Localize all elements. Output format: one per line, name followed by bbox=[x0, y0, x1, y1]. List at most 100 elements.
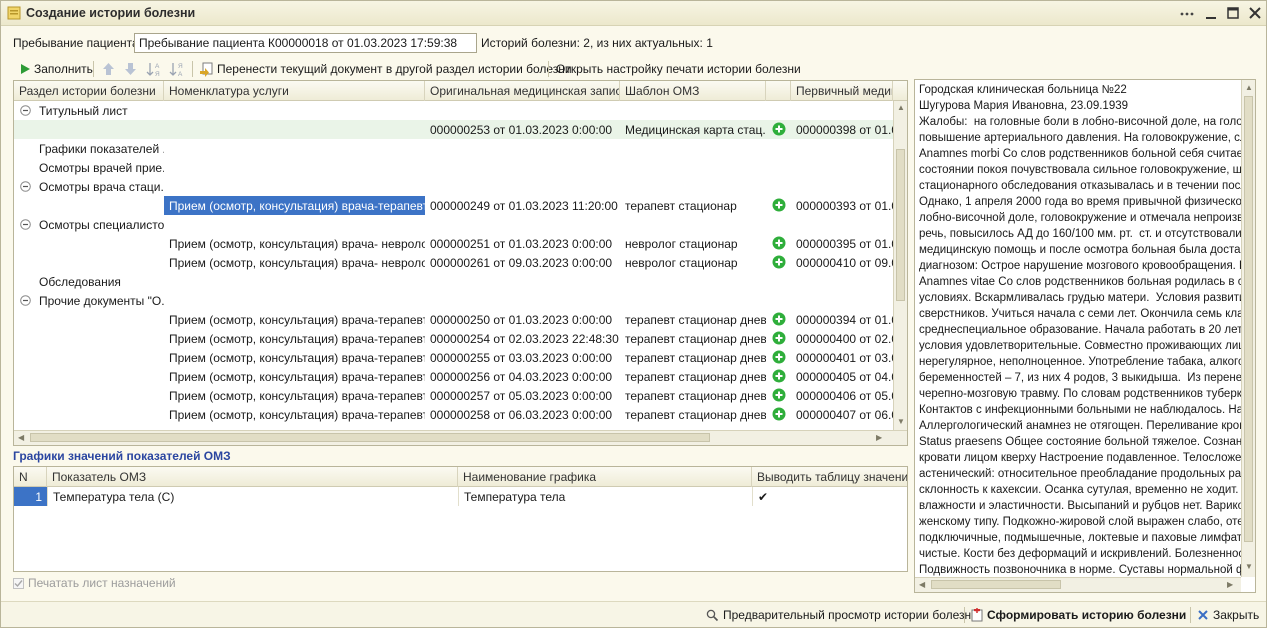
plus-circle-icon[interactable] bbox=[772, 236, 786, 250]
table-row[interactable]: Прием (осмотр, консультация) врача- невр… bbox=[14, 253, 893, 272]
cell-primary bbox=[791, 291, 893, 310]
cell-template bbox=[620, 158, 766, 177]
cell-template: невролог стационар bbox=[625, 237, 738, 251]
cell-template bbox=[620, 215, 766, 234]
cell-section bbox=[14, 196, 164, 215]
main-horizontal-scrollbar[interactable]: ◀ ▶ bbox=[14, 430, 907, 445]
move-document-button[interactable]: Перенести текущий документ в другой разд… bbox=[199, 59, 572, 79]
cell-section: Прочие документы "О... bbox=[39, 294, 164, 308]
cell-service bbox=[164, 158, 425, 177]
main-vertical-scrollbar[interactable]: ▲ ▼ bbox=[893, 101, 907, 430]
plus-circle-icon[interactable] bbox=[772, 255, 786, 269]
table-row[interactable]: Осмотры специалистов bbox=[14, 215, 893, 234]
table-row[interactable]: Прием (осмотр, консультация) врача-терап… bbox=[14, 405, 893, 424]
col-template[interactable]: Шаблон ОМЗ bbox=[620, 81, 766, 101]
minimize-icon[interactable] bbox=[1202, 5, 1220, 22]
sort-asc-button[interactable]: AЯ bbox=[146, 59, 167, 79]
cell-section: Графики показателей ... bbox=[39, 142, 164, 156]
table-row[interactable]: Прием (осмотр, консультация) врача-терап… bbox=[14, 367, 893, 386]
col-chart-name[interactable]: Наименование графика bbox=[458, 467, 752, 487]
chart-row-output-check[interactable]: ✔ bbox=[752, 487, 907, 506]
plus-circle-icon[interactable] bbox=[772, 388, 786, 402]
more-icon[interactable] bbox=[1178, 5, 1196, 22]
move-document-label: Перенести текущий документ в другой разд… bbox=[217, 62, 572, 76]
table-row[interactable]: Осмотры врачей прие... bbox=[14, 158, 893, 177]
cell-template: терапевт стационар днев... bbox=[625, 313, 766, 327]
table-row[interactable]: Обследования bbox=[14, 272, 893, 291]
col-output-table[interactable]: Выводить таблицу значений bbox=[752, 467, 907, 487]
print-sheet-checkbox-row[interactable]: Печатать лист назначений bbox=[13, 576, 176, 590]
charts-section-title: Графики значений показателей ОМЗ bbox=[13, 449, 231, 463]
plus-circle-icon[interactable] bbox=[772, 350, 786, 364]
history-preview-text: Городская клиническая больница №22 Шугур… bbox=[919, 84, 1241, 576]
cell-template: терапевт стационар днев... bbox=[625, 389, 766, 403]
preview-vertical-scrollbar[interactable]: ▲ ▼ bbox=[1241, 80, 1255, 577]
plus-circle-icon[interactable] bbox=[772, 122, 786, 136]
table-row[interactable]: 000000253 от 01.03.2023 0:00:00 Медицинск… bbox=[14, 120, 893, 139]
plus-circle-icon[interactable] bbox=[772, 369, 786, 383]
table-row[interactable]: Прием (осмотр, консультация) врача-терап… bbox=[14, 310, 893, 329]
cell-record: 000000258 от 06.03.2023 0:00:00 bbox=[430, 408, 613, 422]
table-row[interactable]: Прочие документы "О... bbox=[14, 291, 893, 310]
print-settings-button[interactable]: Открыть настройку печати истории болезни bbox=[556, 59, 801, 79]
table-row[interactable]: Осмотры врача стаци... bbox=[14, 177, 893, 196]
table-row[interactable]: Графики показателей ... bbox=[14, 139, 893, 158]
sort-desc-button[interactable]: ЯA bbox=[169, 59, 190, 79]
scroll-right-arrow[interactable]: ▶ bbox=[876, 433, 882, 442]
table-row[interactable]: Прием (осмотр, консультация) врача-терап… bbox=[14, 329, 893, 348]
scroll-left-arrow[interactable]: ◀ bbox=[18, 433, 24, 442]
sort-asc-icon: AЯ bbox=[146, 63, 160, 77]
fill-button[interactable]: Заполнить bbox=[19, 59, 93, 79]
col-section[interactable]: Раздел истории болезни bbox=[14, 81, 164, 101]
col-service[interactable]: Номенклатура услуги bbox=[164, 81, 425, 101]
cell-section bbox=[14, 253, 164, 272]
chart-row-indicator: Температура тела (С) bbox=[47, 487, 458, 506]
preview-horizontal-scrollbar[interactable]: ◀ ▶ bbox=[915, 577, 1241, 592]
maximize-icon[interactable] bbox=[1224, 5, 1242, 22]
col-primary[interactable]: Первичный медицин bbox=[791, 81, 893, 101]
cell-section bbox=[14, 234, 164, 253]
close-button[interactable]: Закрыть bbox=[1197, 608, 1259, 622]
preview-scroll-left[interactable]: ◀ bbox=[919, 580, 925, 589]
preview-scroll-down[interactable]: ▼ bbox=[1245, 562, 1253, 571]
cell-template bbox=[620, 291, 766, 310]
plus-circle-icon[interactable] bbox=[772, 312, 786, 326]
magnifier-icon bbox=[706, 609, 719, 621]
col-action[interactable] bbox=[766, 81, 791, 101]
col-record[interactable]: Оригинальная медицинская запись bbox=[425, 81, 620, 101]
print-sheet-checkbox[interactable] bbox=[13, 577, 24, 589]
move-up-button[interactable] bbox=[101, 59, 119, 79]
table-row[interactable]: Прием (осмотр, консультация) врача-терап… bbox=[14, 196, 893, 215]
preview-scroll-up[interactable]: ▲ bbox=[1245, 83, 1253, 92]
footer-separator bbox=[1190, 607, 1191, 623]
preview-scroll-thumb[interactable] bbox=[1244, 96, 1253, 542]
preview-button[interactable]: Предварительный просмотр истории болезни bbox=[706, 608, 978, 622]
charts-row[interactable]: 1 Температура тела (С) Температура тела … bbox=[14, 487, 907, 506]
preview-scroll-right[interactable]: ▶ bbox=[1227, 580, 1233, 589]
create-history-button[interactable]: Сформировать историю болезни bbox=[971, 608, 1186, 622]
table-row[interactable]: Титульный лист bbox=[14, 101, 893, 120]
plus-circle-icon[interactable] bbox=[772, 407, 786, 421]
plus-circle-icon[interactable] bbox=[772, 331, 786, 345]
hscroll-thumb[interactable] bbox=[30, 433, 710, 442]
cell-template: терапевт стационар днев... bbox=[625, 351, 766, 365]
move-down-button[interactable] bbox=[123, 59, 141, 79]
arrow-down-icon bbox=[125, 63, 136, 75]
col-n[interactable]: N bbox=[14, 467, 47, 487]
close-icon[interactable] bbox=[1246, 5, 1264, 22]
scroll-down-arrow[interactable]: ▼ bbox=[897, 417, 905, 426]
table-row[interactable]: Прием (осмотр, консультация) врача-терап… bbox=[14, 386, 893, 405]
table-row[interactable]: Прием (осмотр, консультация) врача- невр… bbox=[14, 234, 893, 253]
scroll-up-arrow[interactable]: ▲ bbox=[897, 103, 905, 112]
preview-hscroll-thumb[interactable] bbox=[931, 580, 1061, 589]
plus-circle-icon[interactable] bbox=[772, 198, 786, 212]
scroll-thumb[interactable] bbox=[896, 149, 905, 301]
cell-section: Титульный лист bbox=[39, 104, 128, 118]
create-history-label: Сформировать историю болезни bbox=[987, 608, 1187, 622]
col-indicator[interactable]: Показатель ОМЗ bbox=[47, 467, 458, 487]
cell-record bbox=[425, 139, 620, 158]
stay-field[interactable]: Пребывание пациента К00000018 от 01.03.2… bbox=[134, 33, 477, 53]
cell-service: Прием (осмотр, консультация) врача-терап… bbox=[164, 196, 425, 215]
table-row[interactable]: Прием (осмотр, консультация) врача-терап… bbox=[14, 348, 893, 367]
cell-primary: 000000401 от 03.03 bbox=[796, 351, 893, 365]
